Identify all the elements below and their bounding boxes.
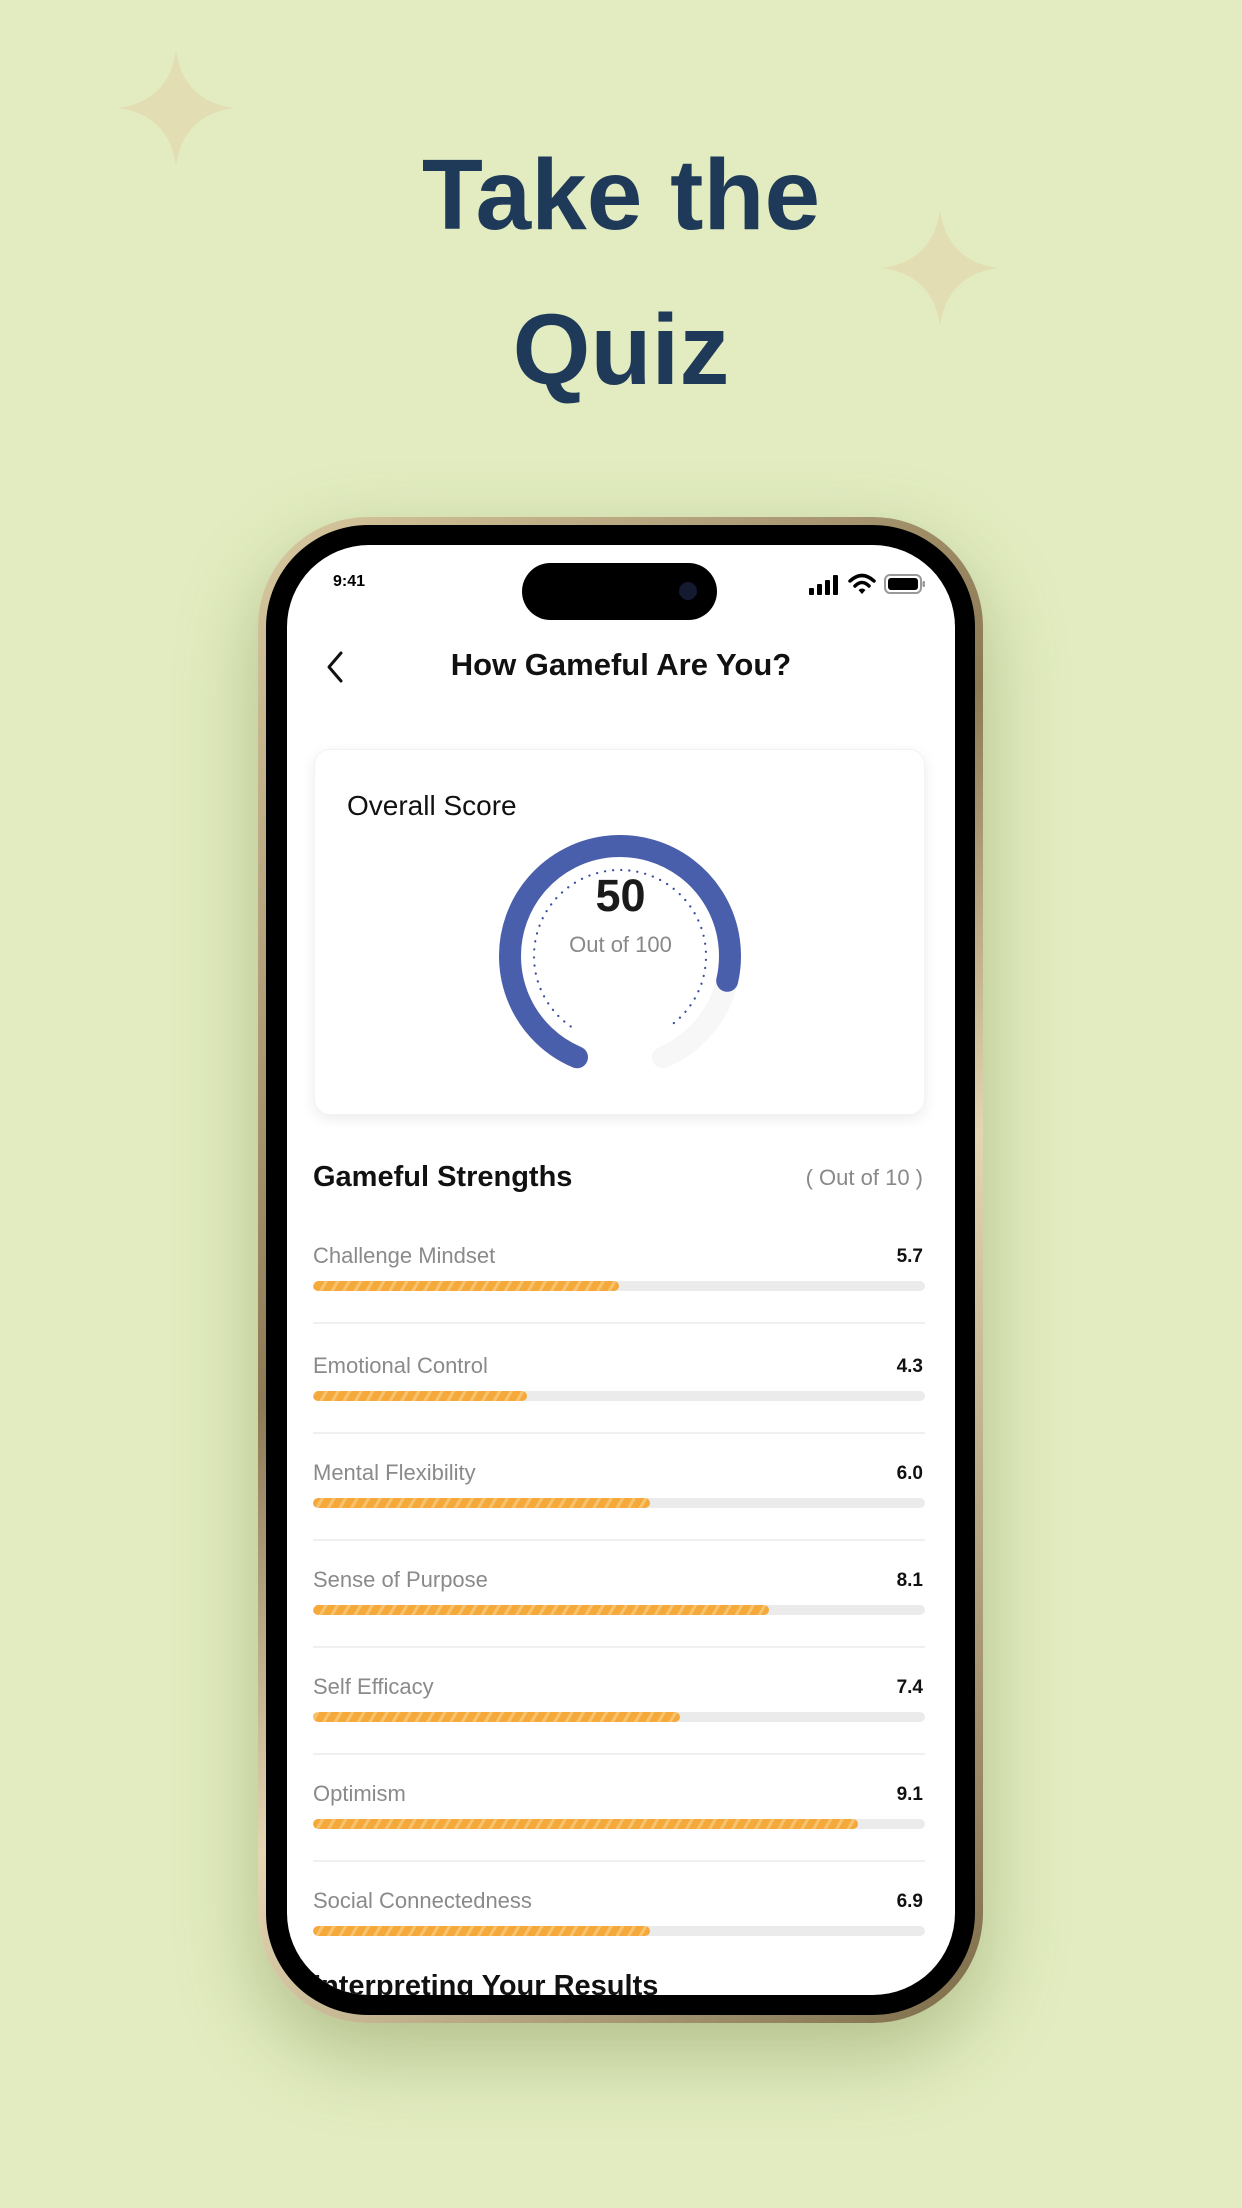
strength-value: 7.4 (896, 1677, 923, 1698)
divider (313, 1646, 925, 1648)
score-out-of: Out of 100 (569, 932, 672, 957)
strength-bar-track (313, 1712, 925, 1722)
strength-value: 6.0 (896, 1463, 923, 1484)
strength-bar-track (313, 1391, 925, 1401)
divider (313, 1539, 925, 1541)
divider (313, 1432, 925, 1434)
strength-value: 9.1 (896, 1784, 923, 1805)
strength-label: Emotional Control (313, 1353, 488, 1378)
headline-line-2: Quiz (512, 294, 730, 406)
page-title: How Gameful Are You? (450, 647, 792, 682)
divider (313, 1753, 925, 1755)
strength-bar-fill (313, 1926, 650, 1936)
strength-label: Self Efficacy (313, 1674, 434, 1699)
strength-label: Challenge Mindset (313, 1243, 496, 1268)
dynamic-island (522, 563, 717, 620)
strength-bar-track (313, 1605, 925, 1615)
strength-label: Optimism (313, 1781, 406, 1806)
wifi-icon (848, 573, 876, 594)
section-title: Gameful Strengths (313, 1161, 573, 1193)
sparkle-icon (118, 50, 234, 166)
strength-bar-fill (313, 1281, 619, 1291)
strength-label: Mental Flexibility (313, 1460, 476, 1485)
strength-bar-track (313, 1498, 925, 1508)
phone-screen: 9:41 How Gameful Are You? Overall Score … (287, 545, 955, 1995)
section-note: ( Out of 10 ) (805, 1165, 923, 1190)
strength-bar-track (313, 1926, 925, 1936)
strength-row: Self Efficacy 7.4 (313, 1674, 925, 1781)
sparkle-icon (882, 210, 998, 326)
signal-icon (809, 575, 838, 595)
strength-bar-fill (313, 1819, 858, 1829)
interpreting-results-heading: Interpreting Your Results (313, 1970, 659, 1995)
strength-bar-fill (313, 1391, 528, 1401)
strength-row: Optimism 9.1 (313, 1781, 925, 1888)
strength-bar-fill (313, 1712, 681, 1722)
divider (313, 1860, 925, 1862)
strength-row: Sense of Purpose 8.1 (313, 1567, 925, 1674)
strength-value: 4.3 (896, 1356, 923, 1377)
strength-value: 5.7 (896, 1246, 923, 1267)
strength-bar-fill (313, 1498, 650, 1508)
overall-score-card: Overall Score 50 Out of 100 (314, 749, 925, 1115)
strength-value: 6.9 (896, 1891, 923, 1912)
score-value: 50 (595, 870, 646, 921)
strength-row: Emotional Control 4.3 (313, 1353, 925, 1460)
strength-row: Mental Flexibility 6.0 (313, 1460, 925, 1567)
strength-bar-track (313, 1819, 925, 1829)
strength-label: Social Connectedness (313, 1888, 532, 1913)
strength-label: Sense of Purpose (313, 1567, 488, 1592)
battery-icon (884, 574, 925, 594)
camera-icon (679, 582, 697, 600)
strength-bar-track (313, 1281, 925, 1291)
status-time: 9:41 (333, 573, 366, 590)
strength-value: 8.1 (896, 1570, 923, 1591)
strength-row: Challenge Mindset 5.7 (313, 1243, 925, 1350)
strength-bar-fill (313, 1605, 769, 1615)
divider (313, 1322, 925, 1324)
